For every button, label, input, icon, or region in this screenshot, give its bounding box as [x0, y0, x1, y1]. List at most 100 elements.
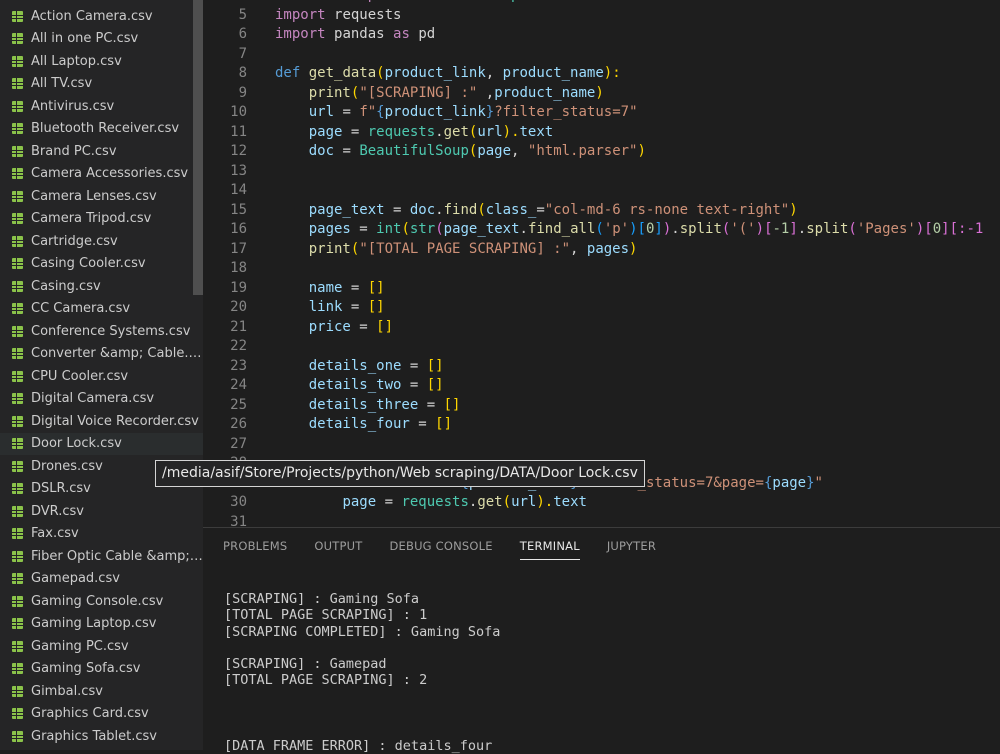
file-item-label: Gaming PC.csv: [31, 638, 129, 654]
code-token: 0: [932, 221, 942, 237]
line-number: 17: [230, 240, 247, 257]
tab-terminal[interactable]: TERMINAL: [519, 528, 580, 564]
code-token: page: [772, 474, 807, 491]
file-item[interactable]: Conference Systems.csv: [0, 320, 203, 343]
file-item[interactable]: Bluetooth Receiver.csv: [0, 118, 203, 141]
code-token: ): [629, 240, 638, 257]
panel-tabs: PROBLEMS OUTPUT DEBUG CONSOLE TERMINAL JUPYT…: [223, 528, 683, 564]
code-token: split: [806, 221, 849, 237]
code-token: "[SCRAPING] :": [359, 84, 478, 101]
code-token: pandas: [334, 26, 385, 42]
tab-debug-console[interactable]: DEBUG CONSOLE: [389, 528, 492, 564]
code-token: ): [789, 201, 798, 218]
code-token: f": [359, 104, 377, 120]
csv-table-icon: [12, 730, 23, 742]
file-item[interactable]: CC Camera.csv: [0, 298, 203, 321]
code-line: 26 details_four = []: [203, 415, 1000, 435]
file-item[interactable]: All in one PC.csv: [0, 28, 203, 51]
file-item[interactable]: Camera Lenses.csv: [0, 185, 203, 208]
csv-table-icon: [12, 505, 23, 517]
line-number: 27: [230, 435, 247, 452]
line-number: 14: [230, 182, 247, 198]
file-item[interactable]: Gaming Laptop.csv: [0, 613, 203, 636]
code-token: import: [275, 26, 326, 42]
code-token: []: [376, 318, 394, 335]
csv-table-icon: [12, 10, 23, 22]
file-item[interactable]: CPU Cooler.csv: [0, 365, 203, 388]
code-token: .: [435, 201, 444, 218]
code-token: .: [671, 221, 680, 237]
file-item[interactable]: Camera Accessories.csv: [0, 163, 203, 186]
sidebar-scrollbar[interactable]: [193, 0, 203, 295]
file-item[interactable]: Gimbal.csv: [0, 680, 203, 703]
file-item[interactable]: Graphics Tablet.csv: [0, 725, 203, 748]
file-explorer-sidebar: Action Camera.csv All in one PC.csv All La…: [0, 0, 203, 750]
code-editor[interactable]: 4from bs4 import BeautifulSoup5import re…: [203, 0, 1000, 527]
file-item[interactable]: Converter &amp; Cable.csv: [0, 343, 203, 366]
code-token: url: [477, 123, 503, 140]
code-token: ]: [654, 221, 663, 237]
code-token: split: [679, 221, 722, 237]
file-item[interactable]: Door Lock.csv: [0, 432, 203, 455]
line-number: 20: [230, 299, 247, 315]
file-item[interactable]: Cartridge.csv: [0, 230, 203, 253]
code-token: ): [595, 84, 604, 101]
code-token: =: [342, 279, 368, 296]
terminal-output[interactable]: [SCRAPING] : Gaming Sofa [TOTAL PAGE SCRA…: [224, 591, 994, 754]
csv-table-icon: [12, 595, 23, 607]
code-text: def get_data(product_link, product_name)…: [275, 64, 621, 84]
csv-table-icon: [12, 78, 23, 90]
tab-jupyter[interactable]: JUPYTER: [607, 528, 656, 564]
file-item[interactable]: Antivirus.csv: [0, 95, 203, 118]
file-item[interactable]: Graphics Card.csv: [0, 703, 203, 726]
csv-table-icon: [12, 460, 23, 472]
code-token: []: [367, 299, 385, 315]
file-item[interactable]: Action Camera.csv: [0, 5, 203, 28]
code-token: "html.parser": [527, 143, 638, 159]
code-token: ).: [536, 494, 554, 510]
file-item[interactable]: Camera Tripod.csv: [0, 208, 203, 231]
code-token: get: [477, 494, 503, 510]
line-number: 24: [230, 377, 247, 393]
file-item-label: Gamepad.csv: [31, 571, 120, 587]
code-line: 17 print("[TOTAL PAGE SCRAPING] :", page…: [203, 240, 1000, 260]
tab-output[interactable]: OUTPUT: [314, 528, 362, 564]
line-number: 21: [230, 318, 247, 335]
code-token: =: [342, 123, 368, 140]
file-item-label: Brand PC.csv: [31, 143, 117, 159]
code-token: =: [401, 377, 427, 393]
file-item[interactable]: Fax.csv: [0, 523, 203, 546]
file-item-label: All TV.csv: [31, 76, 93, 92]
file-item[interactable]: Gaming Sofa.csv: [0, 658, 203, 681]
file-item[interactable]: Casing Cooler.csv: [0, 253, 203, 276]
csv-table-icon: [12, 303, 23, 315]
file-item[interactable]: Casing.csv: [0, 275, 203, 298]
file-item[interactable]: DVR.csv: [0, 500, 203, 523]
csv-table-icon: [12, 640, 23, 652]
code-token: doc: [409, 201, 436, 218]
code-token: def: [275, 65, 301, 81]
file-item[interactable]: All TV.csv: [0, 73, 203, 96]
file-item-label: Camera Accessories.csv: [31, 166, 189, 182]
code-token: -1: [772, 221, 790, 237]
file-item[interactable]: Gaming PC.csv: [0, 635, 203, 658]
tab-problems[interactable]: PROBLEMS: [223, 528, 287, 564]
terminal-line: [SCRAPING] : Gamepad: [224, 656, 387, 673]
code-line: 30 page = requests.get(url).text: [203, 493, 1000, 513]
file-item[interactable]: Digital Camera.csv: [0, 388, 203, 411]
code-token: doc: [308, 143, 335, 159]
file-item[interactable]: Fiber Optic Cable &amp; A...: [0, 545, 203, 568]
code-token: link: [308, 299, 343, 315]
file-item[interactable]: Gamepad.csv: [0, 568, 203, 591]
code-token: =: [342, 299, 368, 315]
file-item[interactable]: Digital Voice Recorder.csv: [0, 410, 203, 433]
file-item-label: All Laptop.csv: [31, 53, 122, 69]
code-token: =: [350, 221, 377, 237]
line-number: 16: [230, 221, 247, 237]
file-item[interactable]: Brand PC.csv: [0, 140, 203, 163]
file-item-label: DVR.csv: [31, 503, 84, 519]
code-token: product_name: [502, 65, 604, 81]
file-item-label: Fax.csv: [31, 526, 79, 542]
file-item[interactable]: All Laptop.csv: [0, 50, 203, 73]
file-item[interactable]: Gaming Console.csv: [0, 590, 203, 613]
